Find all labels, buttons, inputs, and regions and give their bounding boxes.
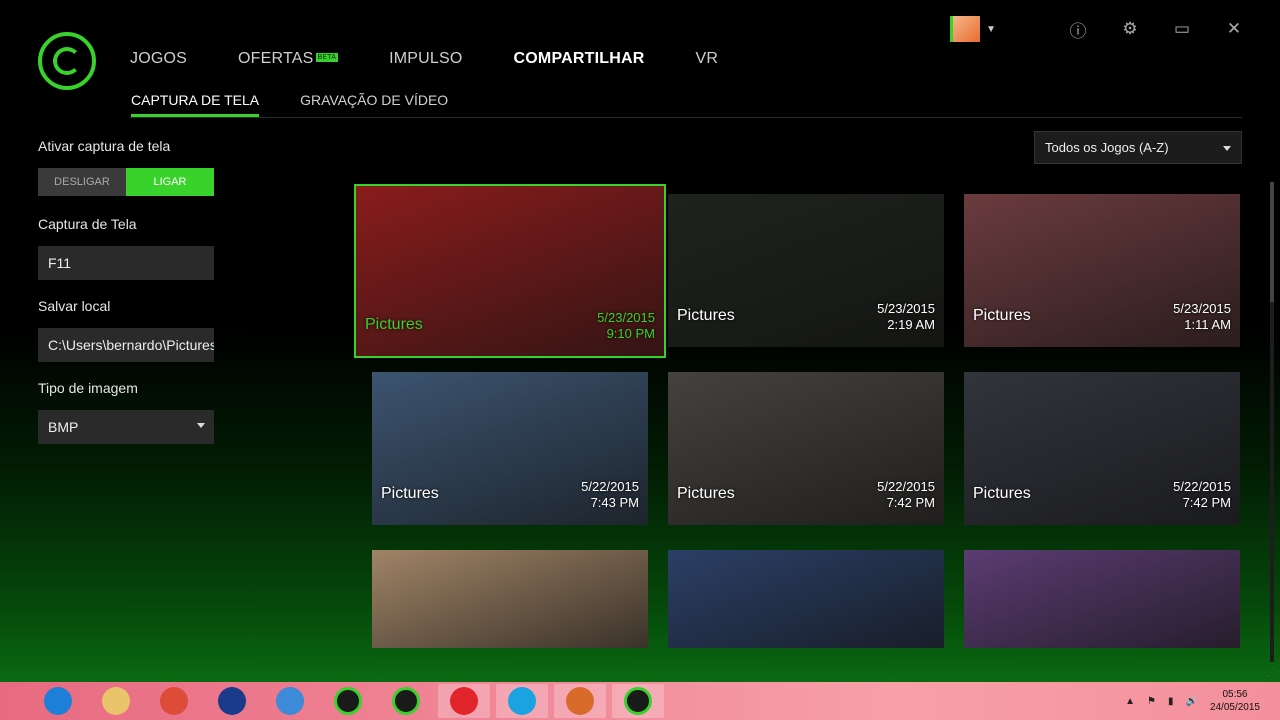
thumbnail-time: 7:42 PM bbox=[886, 495, 935, 510]
nav-jogos[interactable]: JOGOS bbox=[130, 50, 187, 68]
image-type-select[interactable]: BMP bbox=[38, 410, 214, 444]
game-filter-value: Todos os Jogos (A-Z) bbox=[1045, 140, 1169, 155]
nav-compartilhar[interactable]: COMPARTILHAR bbox=[514, 50, 645, 68]
thumbnail-title: Pictures bbox=[973, 485, 1031, 502]
nav-divider bbox=[130, 117, 1242, 118]
thumbnail-time: 7:43 PM bbox=[590, 495, 639, 510]
tray-arrow-icon[interactable]: ▲ bbox=[1125, 696, 1135, 707]
image-type-label: Tipo de imagem bbox=[38, 380, 138, 396]
thumbnail-title: Pictures bbox=[973, 307, 1031, 324]
tab-captura-de-tela[interactable]: CAPTURA DE TELA bbox=[131, 92, 260, 117]
thumbnail-datetime: 5/23/2015 1:11 AM bbox=[1173, 301, 1231, 333]
network-icon[interactable]: ▮ bbox=[1168, 696, 1174, 707]
tab-gravacao-de-video[interactable]: GRAVAÇÃO DE VÍDEO bbox=[300, 92, 448, 117]
thumbnail-time: 1:11 AM bbox=[1184, 317, 1231, 332]
thumbnail-date: 5/23/2015 bbox=[877, 301, 935, 316]
thumbnail-title: Pictures bbox=[365, 316, 423, 333]
screenshot-thumbnail[interactable] bbox=[668, 550, 944, 648]
screenshot-thumbnail[interactable]: Pictures 5/23/2015 9:10 PM bbox=[354, 184, 666, 358]
save-path-field[interactable]: C:\Users\bernardo\Pictures bbox=[38, 328, 214, 362]
explorer-icon[interactable] bbox=[90, 684, 142, 718]
avatar[interactable] bbox=[950, 16, 981, 42]
clock-time: 05:56 bbox=[1222, 689, 1248, 700]
screenshot-thumbnail[interactable]: Pictures 5/22/2015 7:42 PM bbox=[668, 372, 944, 525]
clock-date: 24/05/2015 bbox=[1209, 702, 1260, 713]
maximize-icon[interactable]: ▭ bbox=[1172, 19, 1192, 39]
thumbnail-datetime: 5/23/2015 9:10 PM bbox=[597, 310, 655, 342]
razer-icon[interactable] bbox=[322, 684, 374, 718]
chevron-down-icon[interactable]: ▼ bbox=[986, 24, 996, 35]
chrome-icon[interactable] bbox=[148, 684, 200, 718]
screenshot-thumbnail[interactable] bbox=[372, 550, 648, 648]
flag-icon[interactable]: ⚑ bbox=[1147, 696, 1156, 707]
razer-cortex-window: JOGOS OFERTAS BETA IMPULSO COMPARTILHAR V… bbox=[0, 0, 1280, 682]
monkey-icon[interactable] bbox=[554, 684, 606, 718]
skype-icon[interactable] bbox=[496, 684, 548, 718]
thumbnail-time: 9:10 PM bbox=[606, 326, 655, 341]
thumbnail-title: Pictures bbox=[677, 307, 735, 324]
sub-nav: CAPTURA DE TELA GRAVAÇÃO DE VÍDEO bbox=[131, 92, 489, 117]
enable-capture-label: Ativar captura de tela bbox=[38, 138, 171, 154]
clock[interactable]: 05:56 24/05/2015 bbox=[1210, 688, 1260, 714]
thumbnail-datetime: 5/23/2015 2:19 AM bbox=[877, 301, 935, 333]
hotkey-field[interactable]: F11 bbox=[38, 246, 214, 280]
capture-toggle[interactable]: DESLIGAR LIGAR bbox=[38, 168, 214, 196]
scrollbar-thumb[interactable] bbox=[1270, 182, 1274, 302]
scrollbar[interactable] bbox=[1270, 182, 1274, 662]
volume-icon[interactable]: 🔊 bbox=[1185, 696, 1197, 707]
toggle-on-button[interactable]: LIGAR bbox=[126, 168, 214, 196]
screenshot-thumbnail[interactable]: Pictures 5/23/2015 2:19 AM bbox=[668, 194, 944, 347]
razer-synapse-icon[interactable] bbox=[612, 684, 664, 718]
toggle-off-button[interactable]: DESLIGAR bbox=[38, 168, 126, 196]
beta-badge: BETA bbox=[315, 53, 339, 62]
save-path-label: Salvar local bbox=[38, 298, 111, 314]
thumbnail-date: 5/23/2015 bbox=[1173, 301, 1231, 316]
window-controls: ▼ ⓘ ⚙ ▭ ✕ bbox=[950, 16, 1244, 42]
chevron-down-icon bbox=[197, 423, 205, 428]
settings-panel: Ativar captura de tela DESLIGAR LIGAR Ca… bbox=[38, 138, 214, 462]
cortana-icon[interactable] bbox=[264, 684, 316, 718]
razer-logo-icon[interactable] bbox=[38, 32, 96, 90]
ie-icon[interactable] bbox=[32, 684, 84, 718]
thumbnail-datetime: 5/22/2015 7:43 PM bbox=[581, 479, 639, 511]
thumbnail-datetime: 5/22/2015 7:42 PM bbox=[877, 479, 935, 511]
nav-ofertas[interactable]: OFERTAS BETA bbox=[238, 50, 339, 68]
nav-impulso[interactable]: IMPULSO bbox=[389, 50, 462, 68]
screenshot-thumbnail[interactable] bbox=[964, 550, 1240, 648]
thumbnail-title: Pictures bbox=[677, 485, 735, 502]
image-type-value: BMP bbox=[48, 419, 79, 435]
thumbnail-time: 7:42 PM bbox=[1182, 495, 1231, 510]
thumbnail-date: 5/22/2015 bbox=[581, 479, 639, 494]
info-icon[interactable]: ⓘ bbox=[1068, 19, 1088, 41]
hotkey-label: Captura de Tela bbox=[38, 216, 137, 232]
main-nav: JOGOS OFERTAS BETA IMPULSO COMPARTILHAR V… bbox=[130, 50, 769, 68]
nav-vr[interactable]: VR bbox=[696, 50, 719, 68]
taskbar: ▲ ⚑ ▮ 🔊 05:56 24/05/2015 bbox=[0, 682, 1280, 720]
thumbnail-date: 5/22/2015 bbox=[877, 479, 935, 494]
thumbnail-date: 5/22/2015 bbox=[1173, 479, 1231, 494]
thumbnail-title: Pictures bbox=[381, 485, 439, 502]
screenshot-thumbnail[interactable]: Pictures 5/22/2015 7:43 PM bbox=[372, 372, 648, 525]
thumbnail-time: 2:19 AM bbox=[887, 317, 935, 332]
chevron-down-icon bbox=[1223, 146, 1231, 151]
close-icon[interactable]: ✕ bbox=[1224, 19, 1244, 39]
pb-icon[interactable] bbox=[206, 684, 258, 718]
game-filter-select[interactable]: Todos os Jogos (A-Z) bbox=[1034, 131, 1242, 164]
screenshot-thumbnail[interactable]: Pictures 5/23/2015 1:11 AM bbox=[964, 194, 1240, 347]
opera-icon[interactable] bbox=[438, 684, 490, 718]
system-tray: ▲ ⚑ ▮ 🔊 05:56 24/05/2015 bbox=[1125, 682, 1260, 720]
thumbnail-datetime: 5/22/2015 7:42 PM bbox=[1173, 479, 1231, 511]
resize-grip-icon[interactable]: ⋰ bbox=[1266, 667, 1276, 678]
thumbnail-date: 5/23/2015 bbox=[597, 310, 655, 325]
gear-icon[interactable]: ⚙ bbox=[1120, 19, 1140, 39]
cloud-icon[interactable] bbox=[380, 684, 432, 718]
screenshot-thumbnail[interactable]: Pictures 5/22/2015 7:42 PM bbox=[964, 372, 1240, 525]
